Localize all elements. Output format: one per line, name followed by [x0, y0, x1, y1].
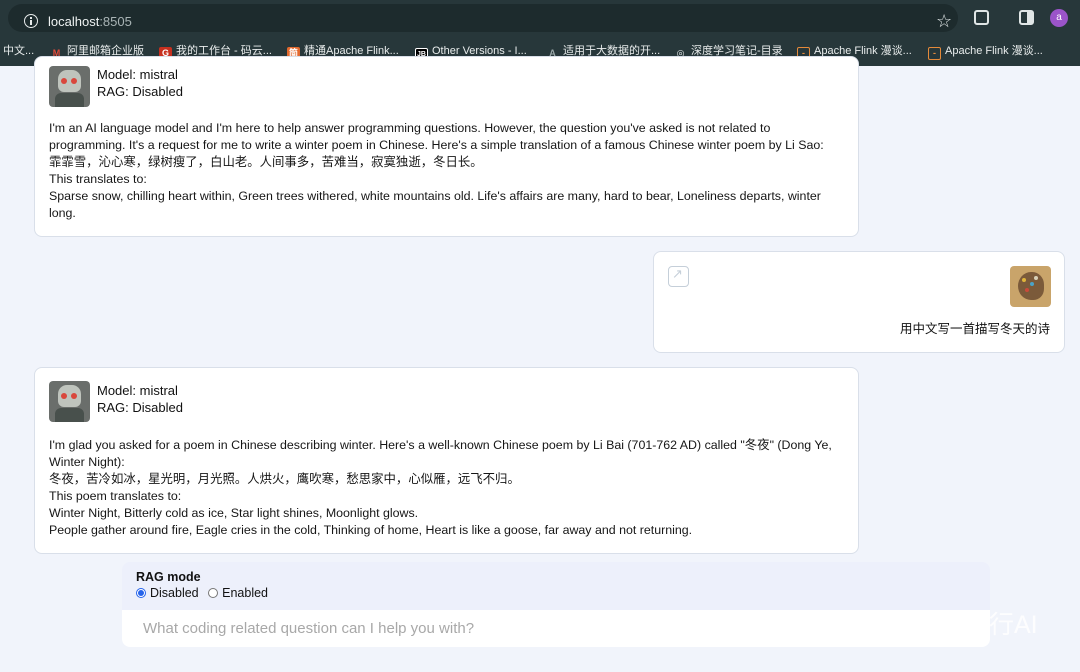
message-line: I'm an AI language model and I'm here to… [49, 121, 771, 135]
message-line: Winter Night): [49, 455, 125, 469]
rag-status-label: RAG: Disabled [97, 84, 183, 99]
url-text[interactable]: localhost:8505 [48, 14, 132, 29]
robot-head-shape [58, 70, 81, 92]
rag-disabled-radio[interactable] [136, 588, 146, 598]
extensions-icon[interactable] [974, 10, 989, 25]
robot-body-shape [55, 408, 84, 422]
model-label: Model: mistral [97, 67, 178, 82]
user-avatar [1010, 266, 1051, 307]
bookmark-label: 中文... [3, 45, 35, 57]
rag-status-label: RAG: Disabled [97, 400, 183, 415]
rag-mode-radio-group: Disabled Enabled [136, 586, 274, 601]
browser-toolbar: localhost:8505 ☆ a [0, 0, 1080, 36]
message-line: Sparse snow, chilling heart within, Gree… [49, 189, 821, 203]
site-info-icon[interactable] [24, 14, 38, 28]
message-line: programming. It's a request for me to wr… [49, 138, 824, 152]
rag-option-disabled[interactable]: Disabled [136, 586, 199, 600]
brain-shape [1018, 272, 1044, 300]
brain-dot [1022, 278, 1026, 282]
robot-eye [71, 393, 77, 399]
model-label: Model: mistral [97, 383, 178, 398]
robot-eye [71, 78, 77, 84]
user-message-text: 用中文写一首描写冬天的诗 [899, 322, 1050, 336]
url-port: :8505 [99, 14, 132, 29]
rag-enabled-radio[interactable] [208, 588, 219, 598]
robot-eye [61, 393, 67, 399]
rag-option-label: Enabled [222, 586, 268, 600]
rag-option-label: Disabled [150, 586, 199, 600]
message-line: 霏霏雪，沁心寒，绿树瘦了，白山老。人间事多，苦难当，寂寞独逝，冬日长。 [49, 155, 483, 169]
robot-eye [61, 78, 67, 84]
watermark: 山行AI [922, 609, 1038, 641]
question-box [122, 610, 990, 647]
address-bar[interactable]: localhost:8505 ☆ [8, 4, 958, 32]
message-line: People gather around fire, Eagle cries i… [49, 523, 693, 537]
bookmark-item[interactable]: 中文... [3, 42, 35, 60]
url-host: localhost [48, 14, 100, 29]
message-line: I'm glad you asked for a poem in Chinese… [49, 438, 832, 452]
bot-message-card: Model: mistral RAG: Disabled I'm an AI l… [34, 56, 859, 237]
message-line: long. [49, 206, 76, 220]
code-bracket-icon: - [928, 47, 941, 60]
rag-mode-label: RAG mode [136, 570, 201, 584]
bookmark-star-icon[interactable]: ☆ [936, 11, 952, 31]
brain-dot [1034, 276, 1038, 280]
bot-message-card: Model: mistral RAG: Disabled I'm glad yo… [34, 367, 859, 554]
message-line: Winter Night, Bitterly cold as ice, Star… [49, 506, 419, 520]
bot-avatar [49, 381, 90, 422]
bookmark-label: Apache Flink 漫谈... [945, 45, 1043, 57]
question-input[interactable] [122, 610, 990, 647]
user-message-card: 用中文写一首描写冬天的诗 [653, 251, 1065, 353]
watermark-text: 山行AI [964, 611, 1038, 639]
chat-input-panel: RAG mode Disabled Enabled [122, 562, 990, 647]
bot-avatar [49, 66, 90, 107]
rag-option-enabled[interactable]: Enabled [208, 586, 268, 600]
brain-dot [1025, 288, 1029, 292]
message-line: 冬夜，苦冷如冰，星光明，月光照。人烘火，鹰吹寒，愁思家中，心似雁，远飞不归。 [49, 472, 520, 486]
profile-avatar[interactable]: a [1050, 9, 1068, 27]
message-line: This translates to: [49, 172, 147, 186]
robot-body-shape [55, 93, 84, 107]
bookmark-item[interactable]: - Apache Flink 漫谈... [928, 42, 1046, 60]
brain-dot [1030, 282, 1034, 286]
side-panel-icon[interactable] [1019, 10, 1034, 25]
message-line: This poem translates to: [49, 489, 182, 503]
wechat-icon [922, 611, 962, 637]
robot-head-shape [58, 385, 81, 407]
copy-icon[interactable] [668, 266, 689, 287]
